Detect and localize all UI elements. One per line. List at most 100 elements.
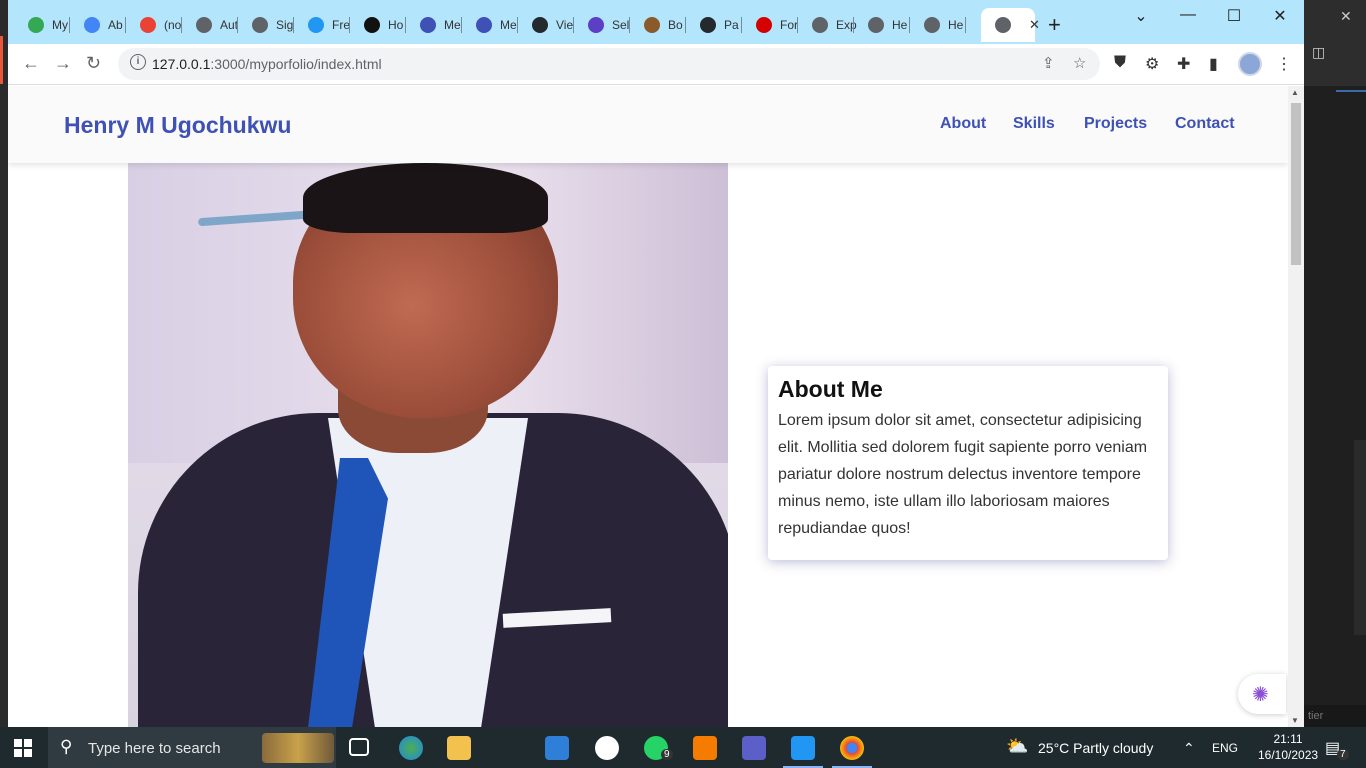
tab-15[interactable]: He — [854, 8, 910, 42]
background-window-left — [0, 0, 8, 727]
search-icon: ⚲ — [60, 737, 73, 756]
tab-favicon-icon — [252, 17, 268, 33]
tab-8[interactable]: Me — [462, 8, 518, 42]
scrollbar-thumb[interactable] — [1291, 103, 1301, 265]
xampp-icon[interactable] — [693, 736, 717, 760]
page-scrollbar[interactable]: ▲ ▼ — [1288, 86, 1304, 727]
editor-panel — [1354, 440, 1366, 635]
tab-4[interactable]: Sig — [238, 8, 294, 42]
weather-icon[interactable]: ⛅ — [1006, 736, 1028, 757]
tab-label: Ho — [388, 18, 404, 32]
web-page: Henry M Ugochukwu About Skills Projects … — [8, 86, 1288, 727]
tab-12[interactable]: Pa — [686, 8, 742, 42]
address-bar[interactable]: i 127.0.0.1:3000/myporfolio/index.html ⇪… — [118, 48, 1100, 80]
tab-favicon-icon — [28, 17, 44, 33]
editor-split-icon[interactable]: ◫ — [1312, 44, 1325, 61]
tab-3[interactable]: Aut — [182, 8, 238, 42]
close-tab-icon[interactable]: ✕ — [1029, 17, 1040, 33]
notification-badge: 7 — [1337, 749, 1349, 760]
tab-favicon-icon — [756, 17, 772, 33]
store-icon[interactable] — [545, 736, 569, 760]
scroll-down-icon[interactable]: ▼ — [1291, 716, 1299, 725]
tray-chevron-icon[interactable]: ⌃ — [1183, 740, 1195, 757]
tab-14[interactable]: Exp — [798, 8, 857, 42]
tab-2[interactable]: (no — [126, 8, 182, 42]
editor-code-line — [1336, 90, 1366, 92]
nav-about[interactable]: About — [940, 115, 986, 133]
extension-gear-icon[interactable]: ⚙ — [1145, 54, 1159, 74]
codepen-icon[interactable] — [595, 736, 619, 760]
tab-16[interactable]: He — [910, 8, 966, 42]
language-indicator[interactable]: ENG — [1212, 741, 1238, 755]
forward-icon[interactable]: → — [54, 53, 72, 74]
tab-label: Fre — [332, 18, 350, 32]
tab-favicon-icon — [924, 17, 940, 33]
taskbar-search[interactable]: ⚲ Type here to search — [48, 727, 336, 768]
start-windows-icon[interactable] — [14, 739, 32, 757]
profile-photo — [128, 163, 728, 727]
tab-label: Bo — [668, 18, 683, 32]
site-info-icon[interactable]: i — [130, 54, 146, 70]
nav-contact[interactable]: Contact — [1175, 115, 1235, 133]
tab-0[interactable]: My — [14, 8, 70, 42]
tab-label: My — [52, 18, 68, 32]
scroll-up-icon[interactable]: ▲ — [1291, 88, 1299, 97]
site-brand[interactable]: Henry M Ugochukwu — [64, 112, 291, 139]
back-icon[interactable]: ← — [22, 53, 40, 74]
url-host: 127.0.0.1 — [152, 56, 211, 72]
extensions-puzzle-icon[interactable]: ✚ — [1177, 54, 1190, 74]
close-window-icon[interactable]: ✕ — [1257, 6, 1303, 26]
about-title: About Me — [778, 376, 883, 402]
tab-favicon-icon — [364, 17, 380, 33]
tab-10[interactable]: Sel — [574, 8, 630, 42]
windows-taskbar: ⚲ Type here to search 9 ⛅ 25°C Partly cl… — [0, 727, 1366, 768]
bookmark-star-icon[interactable]: ☆ — [1073, 54, 1086, 72]
app-icon-2[interactable] — [742, 736, 766, 760]
file-explorer-icon[interactable] — [447, 736, 471, 760]
tab-favicon-icon — [868, 17, 884, 33]
tab-label: Aut — [220, 18, 239, 32]
tab-favicon-icon — [588, 17, 604, 33]
tab-label: Vie — [556, 18, 574, 32]
share-icon[interactable]: ⇪ — [1042, 54, 1055, 72]
about-card: About Me Lorem ipsum dolor sit amet, con… — [768, 366, 1168, 560]
clock[interactable]: 21:11 16/10/2023 — [1258, 731, 1318, 763]
profile-avatar[interactable] — [1238, 52, 1262, 76]
shield-extension-icon[interactable]: ⛊ — [1114, 54, 1126, 72]
tab-6[interactable]: Ho — [350, 8, 406, 42]
tab-7[interactable]: Me — [406, 8, 462, 42]
clock-time: 21:11 — [1273, 732, 1303, 746]
editor-close-icon[interactable]: ✕ — [1340, 8, 1352, 25]
assistant-floating-button[interactable]: ✺ — [1238, 674, 1286, 714]
app-icon-1[interactable] — [399, 736, 423, 760]
minimize-icon[interactable]: — — [1165, 6, 1211, 24]
brain-icon: ✺ — [1252, 684, 1269, 706]
clock-date: 16/10/2023 — [1258, 748, 1319, 762]
reload-icon[interactable]: ↻ — [86, 53, 101, 74]
editor-titlebar — [1304, 0, 1366, 86]
tab-favicon-icon — [84, 17, 100, 33]
tab-search-icon[interactable]: ⌄ — [1118, 6, 1164, 26]
tab-label: Pa — [724, 18, 739, 32]
nav-skills[interactable]: Skills — [1013, 115, 1055, 133]
tab-9[interactable]: Vie — [518, 8, 574, 42]
side-panel-icon[interactable]: ▮ — [1209, 54, 1218, 74]
menu-kebab-icon[interactable]: ⋮ — [1276, 54, 1292, 74]
weather-text[interactable]: 25°C Partly cloudy — [1038, 740, 1153, 756]
browser-window: My Ab (no Aut Sig Fre Ho Me Me Vie Sel Bo Pa For Exp He… — [8, 0, 1304, 727]
maximize-icon[interactable]: ☐ — [1211, 6, 1257, 26]
task-view-icon[interactable] — [349, 738, 369, 756]
new-tab-icon[interactable]: + — [1048, 12, 1061, 38]
tab-active[interactable]: ✕ — [981, 8, 1040, 42]
chrome-icon[interactable] — [840, 736, 864, 760]
url-text[interactable]: 127.0.0.1:3000/myporfolio/index.html — [152, 56, 382, 72]
tab-favicon-icon — [700, 17, 716, 33]
tab-13[interactable]: For — [742, 8, 798, 42]
search-highlight-image — [262, 733, 334, 763]
nav-projects[interactable]: Projects — [1084, 115, 1147, 133]
tab-5[interactable]: Fre — [294, 8, 350, 42]
background-accent — [0, 36, 3, 84]
tab-1[interactable]: Ab — [70, 8, 126, 42]
vscode-icon[interactable] — [791, 736, 815, 760]
tab-11[interactable]: Bo — [630, 8, 686, 42]
